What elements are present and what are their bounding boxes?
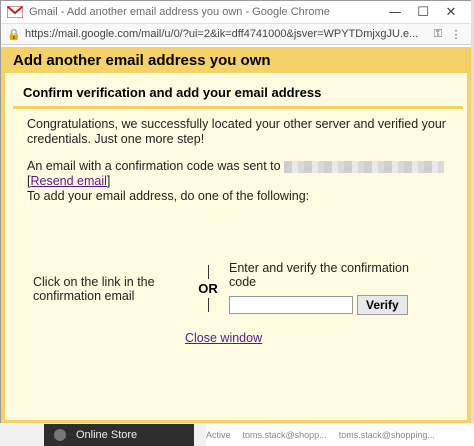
option-enter-code: Enter and verify the confirmation code V… bbox=[229, 261, 429, 315]
dialog-header: Add another email address you own bbox=[5, 47, 467, 73]
menu-icon[interactable]: ⋮ bbox=[447, 28, 465, 41]
dialog-panel: Add another email address you own Confir… bbox=[1, 47, 471, 424]
background-table-row[interactable]: Active toms.stack@shopp... toms.stack@sh… bbox=[206, 424, 474, 446]
option-click-link: Click on the link in the confirmation em… bbox=[33, 275, 155, 303]
close-window-link[interactable]: Close window bbox=[185, 331, 262, 345]
globe-icon bbox=[54, 429, 66, 441]
or-label: OR bbox=[198, 281, 218, 296]
address-bar[interactable]: 🔒 https://mail.google.com/mail/u/0/?ui=2… bbox=[1, 23, 471, 45]
instruction-text: To add your email address, do one of the… bbox=[27, 189, 310, 203]
background-row-status: Active bbox=[206, 430, 231, 440]
close-window-button[interactable]: ✕ bbox=[437, 5, 465, 20]
resend-email-link[interactable]: Resend email bbox=[30, 174, 106, 188]
verify-row: Verify bbox=[229, 295, 429, 315]
minimize-button[interactable]: — bbox=[381, 5, 409, 20]
background-row-email-b: toms.stack@shopping... bbox=[338, 430, 435, 440]
key-icon[interactable]: ⚿ bbox=[429, 27, 447, 41]
resend-wrapper: [Resend email] bbox=[27, 174, 110, 188]
popup-window: Gmail - Add another email address you ow… bbox=[0, 0, 472, 425]
maximize-button[interactable]: ☐ bbox=[409, 5, 437, 20]
sent-text: An email with a confirmation code was se… bbox=[27, 159, 281, 173]
url-text[interactable]: https://mail.google.com/mail/u/0/?ui=2&i… bbox=[25, 28, 429, 40]
title-bar[interactable]: Gmail - Add another email address you ow… bbox=[1, 1, 471, 23]
verify-button[interactable]: Verify bbox=[357, 295, 408, 315]
background-sidebar-item[interactable]: Online Store bbox=[44, 424, 194, 446]
sent-paragraph: An email with a confirmation code was se… bbox=[27, 159, 467, 204]
confirmation-code-input[interactable] bbox=[229, 296, 353, 314]
redacted-email bbox=[284, 160, 445, 173]
or-divider: OR bbox=[197, 265, 219, 321]
enter-code-label: Enter and verify the confirmation code bbox=[229, 261, 409, 289]
congrats-text: Congratulations, we successfully located… bbox=[27, 117, 446, 146]
background-sidebar-label: Online Store bbox=[76, 429, 138, 441]
window-title: Gmail - Add another email address you ow… bbox=[29, 6, 330, 18]
dialog-subheader: Confirm verification and add your email … bbox=[13, 79, 463, 109]
resend-bracket-close: ] bbox=[106, 174, 111, 188]
divider-line-bottom bbox=[207, 298, 209, 312]
divider-line-top bbox=[207, 265, 209, 279]
dialog-inner: Confirm verification and add your email … bbox=[5, 79, 467, 345]
gmail-icon bbox=[6, 5, 24, 19]
lock-icon[interactable]: 🔒 bbox=[7, 28, 21, 41]
background-row-email-a: toms.stack@shopp... bbox=[242, 430, 327, 440]
